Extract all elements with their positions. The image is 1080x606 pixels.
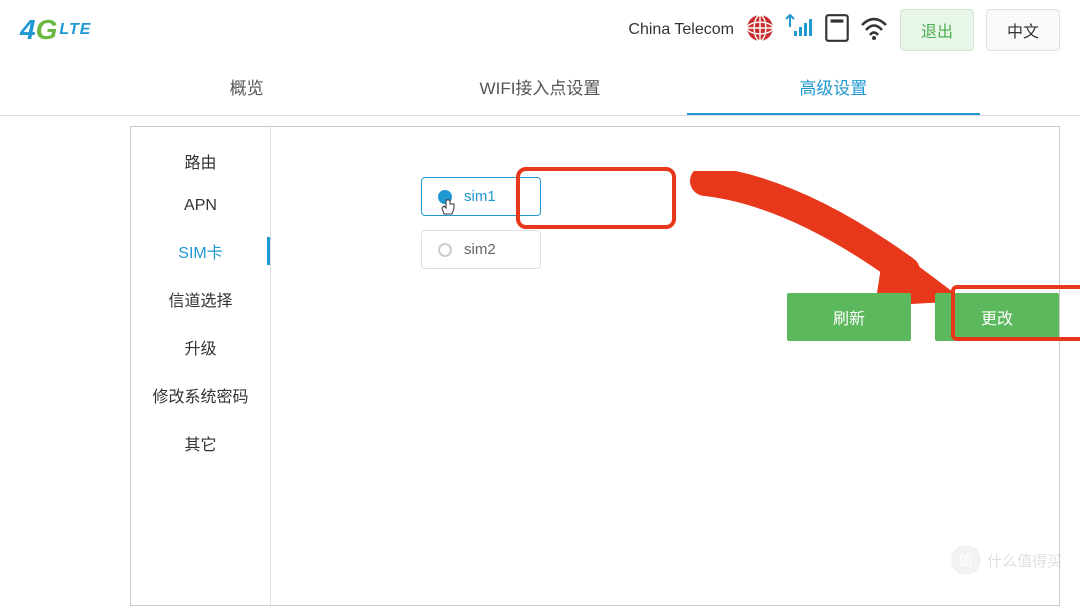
logo-lte: LTE: [59, 21, 91, 39]
logo: 4G LTE: [20, 14, 91, 46]
watermark-icon: 值: [951, 545, 981, 575]
logo-g: G: [36, 14, 58, 45]
header: 4G LTE China Telecom 退出 中文: [0, 0, 1080, 60]
watermark-text: 什么值得买: [987, 550, 1062, 571]
sim1-label: sim1: [464, 188, 496, 205]
sidebar-item-channel[interactable]: 信道选择: [131, 275, 270, 323]
sidebar-item-apn[interactable]: APN: [131, 185, 270, 227]
language-button[interactable]: 中文: [986, 9, 1060, 51]
header-right: China Telecom 退出 中文: [628, 9, 1060, 51]
change-button[interactable]: 更改: [935, 293, 1059, 341]
action-buttons: 刷新 更改: [787, 293, 1059, 341]
sim1-option[interactable]: sim1: [421, 177, 541, 216]
status-icons: [746, 13, 888, 48]
radio-unselected-icon: [438, 243, 452, 257]
carrier-label: China Telecom: [628, 21, 734, 39]
signal-icon: [784, 13, 814, 48]
tab-advanced[interactable]: 高级设置: [687, 60, 980, 115]
logout-button[interactable]: 退出: [900, 9, 974, 51]
cursor-icon: [440, 198, 456, 219]
watermark: 值 什么值得买: [951, 545, 1062, 575]
sidebar-item-sim[interactable]: SIM卡: [131, 227, 270, 275]
sidebar-item-other[interactable]: 其它: [131, 419, 270, 467]
sidebar-item-password[interactable]: 修改系统密码: [131, 371, 270, 419]
globe-icon: [746, 14, 774, 47]
refresh-button[interactable]: 刷新: [787, 293, 911, 341]
tab-overview[interactable]: 概览: [100, 60, 393, 115]
tabs: 概览 WIFI接入点设置 高级设置: [0, 60, 1080, 116]
sidebar-item-route[interactable]: 路由: [131, 137, 270, 185]
main-panel: sim1 sim2 刷新 更改: [271, 127, 1059, 605]
logo-4: 4: [20, 14, 36, 45]
sim2-option[interactable]: sim2: [421, 230, 541, 269]
content-panel: 路由 APN SIM卡 信道选择 升级 修改系统密码 其它 sim1 sim2: [130, 126, 1060, 606]
tab-wifi[interactable]: WIFI接入点设置: [393, 60, 686, 115]
sidebar: 路由 APN SIM卡 信道选择 升级 修改系统密码 其它: [131, 127, 271, 605]
sim-icon: [824, 13, 850, 48]
wifi-icon: [860, 15, 888, 46]
sidebar-item-upgrade[interactable]: 升级: [131, 323, 270, 371]
sim2-label: sim2: [464, 241, 496, 258]
